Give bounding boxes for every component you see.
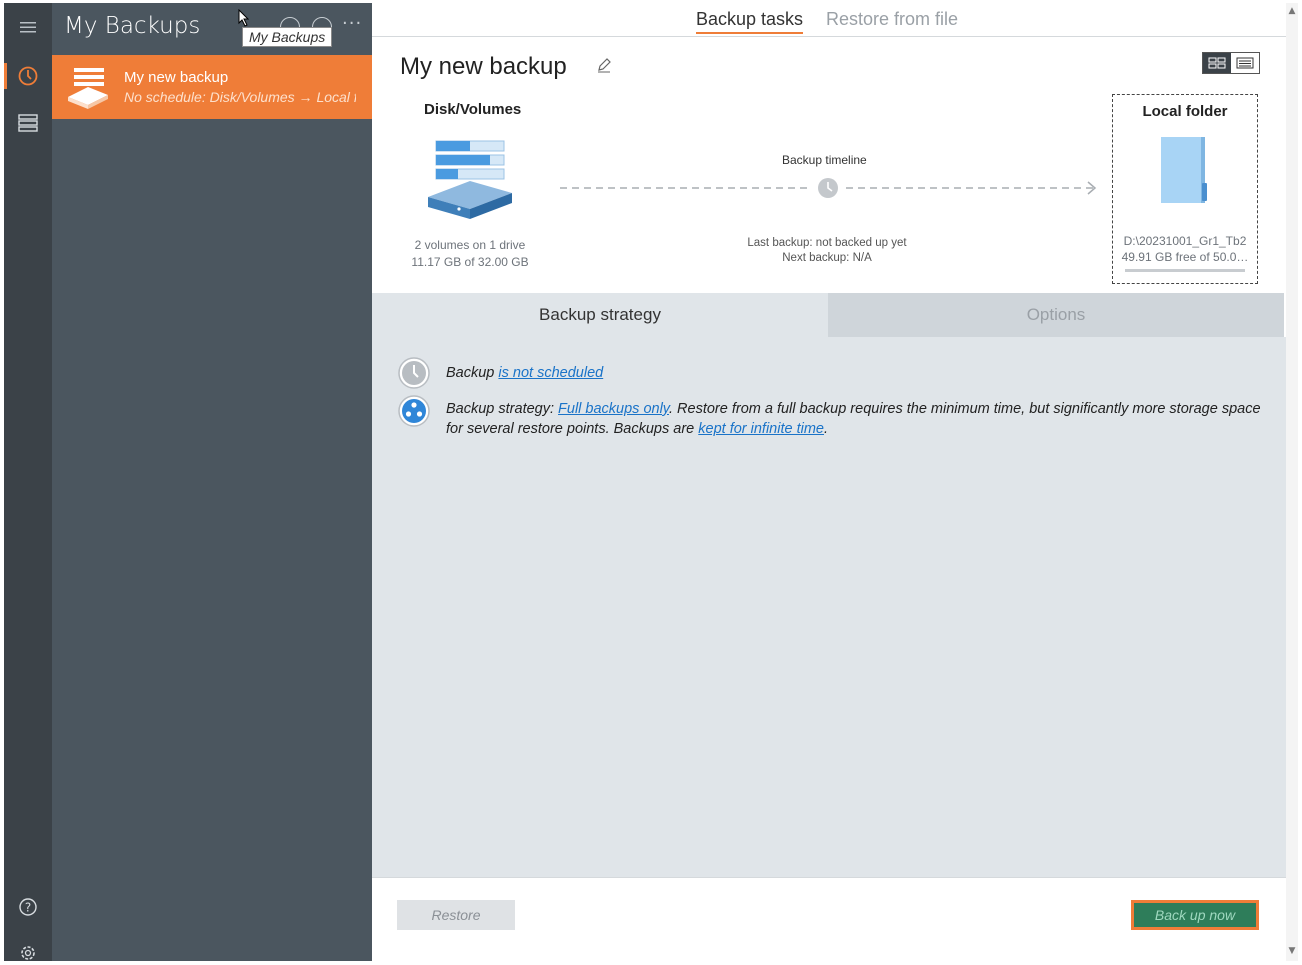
list-view-icon (1236, 57, 1254, 69)
backup-item-description: No schedule: Disk/Volumes → Local folder (124, 89, 356, 105)
mouse-cursor-icon (238, 9, 250, 27)
panel-title: My Backups (64, 13, 201, 39)
schedule-prefix: Backup (446, 365, 499, 381)
strategy-prefix: Backup strategy: (446, 401, 559, 417)
tile-view-button[interactable] (1203, 53, 1231, 73)
strategy-suffix: . (824, 421, 829, 437)
full-backup-icon (398, 395, 430, 427)
schedule-text: Backup is not scheduled (446, 363, 1266, 383)
tab-restore-from-file[interactable]: Restore from file (826, 9, 958, 32)
footer-bar: Restore Back up now (372, 877, 1286, 953)
restore-button[interactable]: Restore (397, 900, 515, 930)
timeline-clock-icon (818, 178, 838, 198)
strategy-panel: Backup is not scheduled Backup strategy:… (372, 337, 1286, 877)
navigation-rail: ? (4, 3, 52, 961)
more-options-icon[interactable]: ··· (342, 13, 362, 34)
last-backup: Last backup: not backed up yet (747, 237, 907, 249)
destination-free-space: 49.91 GB free of 50.0… (1121, 250, 1249, 264)
drive-stack-icon[interactable] (16, 111, 40, 135)
vertical-scrollbar[interactable]: ▲ ▼ (1286, 3, 1298, 961)
retention-link[interactable]: kept for infinite time (698, 421, 824, 437)
backup-item-name: My new backup (124, 69, 229, 86)
back-up-now-label: Back up now (1134, 903, 1256, 927)
tab-options[interactable]: Options (828, 293, 1284, 337)
help-icon[interactable]: ? (16, 895, 40, 919)
view-toggle (1202, 52, 1260, 74)
source-size: 11.17 GB of 32.00 GB (411, 255, 529, 269)
schedule-link[interactable]: is not scheduled (498, 365, 603, 381)
source-info: 2 volumes on 1 drive 11.17 GB of 32.00 G… (402, 237, 538, 271)
menu-icon[interactable] (16, 15, 40, 39)
local-folder-icon (1161, 137, 1207, 203)
source-label: Disk/Volumes (424, 101, 522, 118)
strategy-row: Backup strategy: Full backups only. Rest… (398, 395, 1266, 439)
backup-list-item[interactable]: My new backup No schedule: Disk/Volumes … (52, 55, 372, 119)
tile-view-icon (1208, 57, 1226, 69)
destination-info: D:\20231001_Gr1_Tb2 49.91 GB free of 50.… (1117, 233, 1253, 265)
main-tabs: Backup tasks Restore from file (372, 3, 1286, 37)
schedule-row: Backup is not scheduled (398, 357, 1266, 389)
back-up-now-button[interactable]: Back up now (1131, 900, 1259, 930)
history-icon[interactable] (16, 64, 40, 88)
clock-icon (398, 357, 430, 389)
strategy-text: Backup strategy: Full backups only. Rest… (446, 399, 1266, 439)
app-window: ? My Backups ··· My Backups My new backu… (4, 3, 1298, 961)
scroll-down-icon[interactable]: ▼ (1286, 945, 1298, 957)
full-backups-link[interactable]: Full backups only (558, 401, 669, 417)
strategy-tabs: Backup strategy Options (372, 293, 1286, 337)
main-content: Backup tasks Restore from file My new ba… (372, 3, 1286, 961)
backups-panel: My Backups ··· My Backups My new backup … (52, 3, 372, 961)
destination-label: Local folder (1142, 103, 1228, 120)
tab-backup-strategy[interactable]: Backup strategy (372, 293, 828, 337)
svg-text:?: ? (25, 901, 31, 915)
source-volumes: 2 volumes on 1 drive (414, 238, 526, 252)
settings-icon[interactable] (16, 941, 40, 965)
active-indicator (4, 63, 7, 89)
destination-card[interactable]: Local folder D:\20231001_Gr1_Tb2 49.91 G… (1112, 94, 1258, 284)
timeline-arrow (560, 178, 1097, 198)
timeline-info: Last backup: not backed up yet Next back… (732, 236, 922, 266)
list-view-button[interactable] (1231, 53, 1259, 73)
edit-icon[interactable] (596, 57, 612, 73)
destination-usage-bar (1125, 269, 1245, 272)
tab-backup-tasks[interactable]: Backup tasks (696, 9, 804, 34)
scroll-up-icon[interactable]: ▲ (1286, 5, 1298, 17)
backup-drive-icon (68, 68, 108, 109)
disk-volumes-icon[interactable] (426, 139, 514, 223)
timeline-label: Backup timeline (782, 153, 867, 167)
tooltip: My Backups (242, 27, 333, 47)
next-backup: Next backup: N/A (782, 252, 872, 264)
destination-path: D:\20231001_Gr1_Tb2 (1123, 234, 1247, 248)
task-title: My new backup (400, 53, 567, 80)
